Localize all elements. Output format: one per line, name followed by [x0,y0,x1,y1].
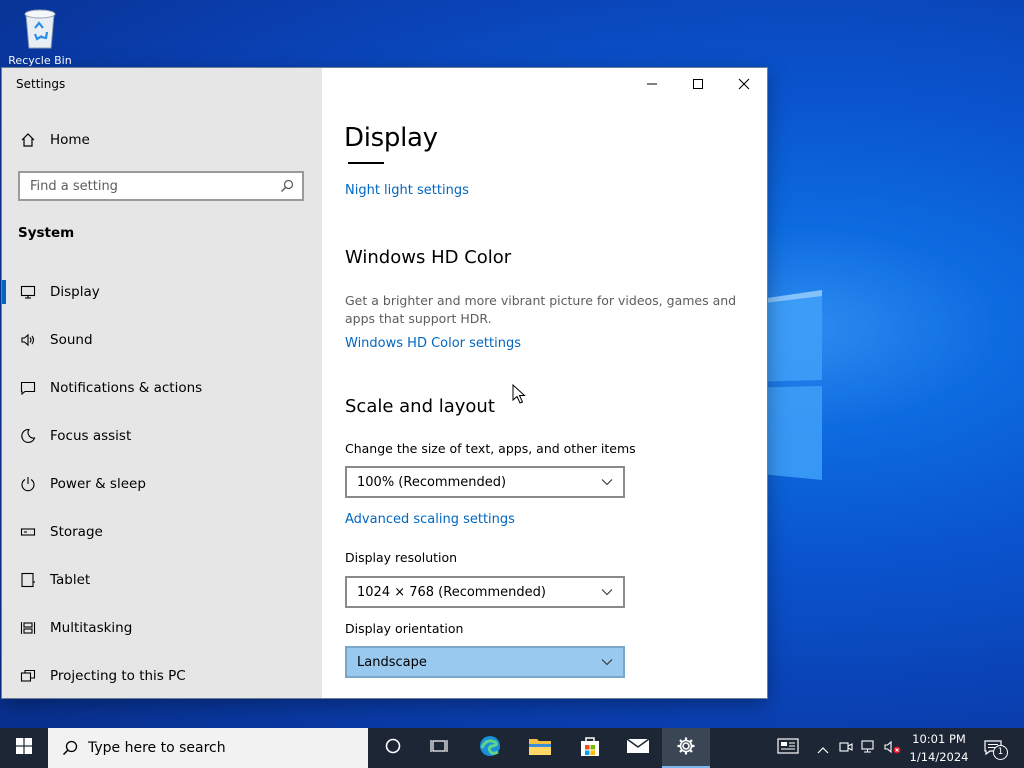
taskbar-store[interactable] [566,728,614,768]
sidebar-item-label: Multitasking [50,620,133,636]
sidebar-item-multitasking[interactable]: Multitasking [2,606,322,650]
sidebar-item-label: Notifications & actions [50,380,203,396]
network-button[interactable] [858,728,880,768]
sidebar-item-focus-assist[interactable]: Focus assist [2,414,322,458]
scale-layout-heading: Scale and layout [345,396,495,417]
scale-dropdown-value: 100% (Recommended) [357,474,507,490]
sidebar-item-projecting[interactable]: Projecting to this PC [2,654,322,698]
orientation-label: Display orientation [345,621,464,636]
windows-start-icon [16,738,32,758]
app-title: Settings [16,77,66,91]
show-hidden-icons-button[interactable] [812,728,834,768]
storage-icon [18,522,38,542]
page-title: Display [344,123,438,153]
sidebar-item-home[interactable]: Home [2,118,322,162]
taskbar: Type here to search 10:01 PM 1/14/2024 1 [0,728,1024,768]
task-view-icon [430,738,448,758]
taskbar-settings[interactable] [662,728,710,768]
news-icon [777,738,799,758]
chevron-up-icon [817,739,829,758]
scale-dropdown[interactable]: 100% (Recommended) [345,466,625,498]
mouse-cursor-icon [512,384,526,404]
projecting-icon [18,666,38,686]
news-interests-button[interactable] [770,728,806,768]
speaker-icon [18,330,38,350]
advanced-scaling-link[interactable]: Advanced scaling settings [345,512,515,527]
home-icon [18,130,38,150]
message-icon [18,378,38,398]
sidebar-item-power-sleep[interactable]: Power & sleep [2,462,322,506]
taskbar-search-box[interactable]: Type here to search [48,728,368,768]
notification-icon: 1 [984,740,1008,760]
hd-color-settings-link[interactable]: Windows HD Color settings [345,336,521,351]
chevron-down-icon [601,475,613,490]
sidebar-item-label: Projecting to this PC [50,668,186,684]
hd-color-description: Get a brighter and more vibrant picture … [345,293,737,326]
sidebar-item-label: Storage [50,524,103,540]
taskbar-file-explorer[interactable] [516,728,564,768]
folder-icon [528,736,552,760]
taskbar-mail[interactable] [614,728,662,768]
moon-icon [18,426,38,446]
recycle-bin-label: Recycle Bin [8,54,72,67]
sidebar: Settings Home System Display [2,68,322,698]
night-light-settings-link[interactable]: Night light settings [345,183,469,198]
desktop: Recycle Bin Settings Home System [0,0,1024,728]
taskbar-edge[interactable] [466,728,514,768]
sidebar-item-label: Power & sleep [50,476,146,492]
orientation-dropdown[interactable]: Landscape [345,646,625,678]
monitor-icon [18,282,38,302]
meet-now-button[interactable] [836,728,856,768]
search-icon [62,740,78,756]
chevron-down-icon [601,585,613,600]
notification-badge: 1 [993,745,1008,760]
sidebar-item-tablet[interactable]: Tablet [2,558,322,602]
action-center-button[interactable]: 1 [978,728,1008,768]
power-icon [18,474,38,494]
section-label-system: System [18,225,75,241]
resolution-dropdown-value: 1024 × 768 (Recommended) [357,584,546,600]
meet-now-icon [839,739,853,758]
scroll-indicator [348,162,384,164]
search-icon[interactable] [280,179,294,193]
scale-label: Change the size of text, apps, and other… [345,441,636,456]
task-view-button[interactable] [416,728,462,768]
recycle-bin[interactable]: Recycle Bin [8,6,72,67]
sidebar-item-display[interactable]: Display [2,270,322,314]
sidebar-item-label: Focus assist [50,428,132,444]
settings-window: Settings Home System Display [2,68,767,698]
taskbar-search-placeholder: Type here to search [88,740,226,756]
sidebar-item-sound[interactable]: Sound [2,318,322,362]
cortana-button[interactable] [370,728,416,768]
sidebar-item-label: Sound [50,332,93,348]
system-clock[interactable]: 10:01 PM 1/14/2024 [898,730,980,766]
start-button[interactable] [0,728,48,768]
sidebar-item-storage[interactable]: Storage [2,510,322,554]
chevron-down-icon [601,655,613,670]
hd-color-heading: Windows HD Color [345,247,512,268]
clock-date: 1/14/2024 [909,750,969,764]
find-setting-search[interactable] [18,171,304,201]
network-icon [861,739,877,758]
resolution-label: Display resolution [345,550,458,565]
resolution-dropdown[interactable]: 1024 × 768 (Recommended) [345,576,625,608]
mail-icon [626,738,650,758]
sidebar-item-label: Home [50,132,90,148]
store-icon [579,735,601,761]
content-pane: Display Night light settings Windows HD … [322,68,767,698]
cortana-icon [384,737,402,759]
sidebar-item-label: Tablet [50,572,91,588]
orientation-dropdown-value: Landscape [357,654,427,670]
sidebar-item-notifications[interactable]: Notifications & actions [2,366,322,410]
edge-browser-icon [478,734,502,762]
multitasking-icon [18,618,38,638]
find-setting-input[interactable] [20,177,280,195]
sidebar-item-label: Display [50,284,100,300]
tablet-icon [18,570,38,590]
recycle-bin-icon [20,6,60,50]
gear-icon [676,736,696,760]
clock-time: 10:01 PM [912,732,966,746]
